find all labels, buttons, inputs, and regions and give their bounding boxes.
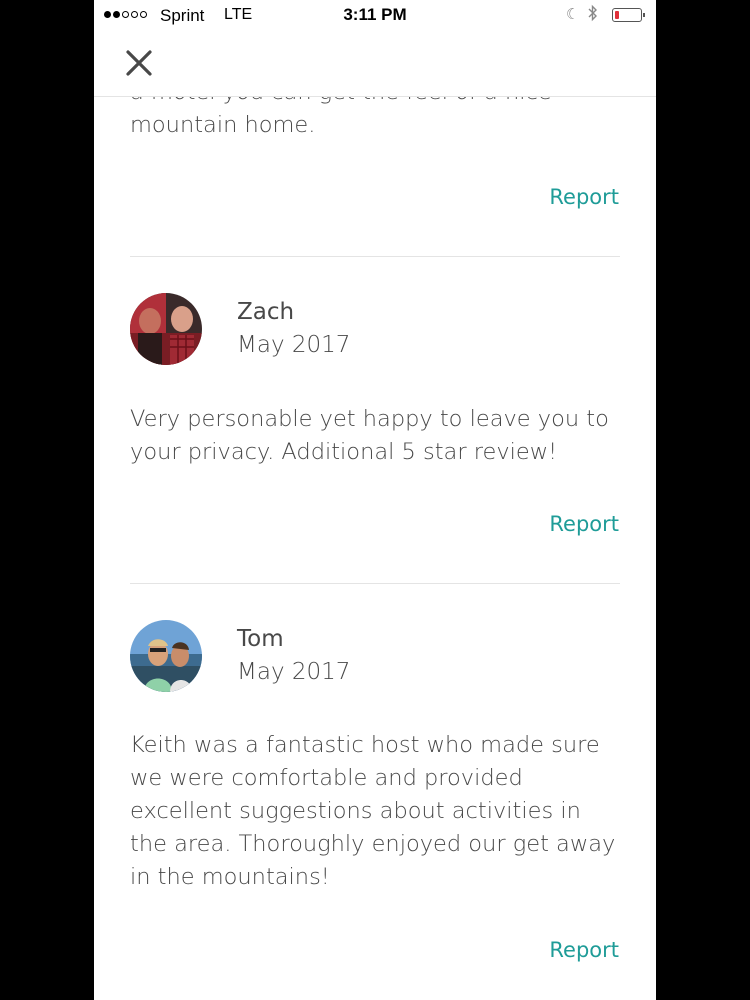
close-icon[interactable] <box>124 48 154 78</box>
reviewer-name: Zach <box>237 299 295 325</box>
report-link[interactable]: Report <box>549 938 619 962</box>
report-link[interactable]: Report <box>549 512 619 536</box>
review-date: May 2017 <box>237 332 351 358</box>
review-text: Very personable yet happy to leave you t… <box>130 406 609 465</box>
report-link[interactable]: Report <box>549 185 619 209</box>
app-screen: Sprint LTE 3:11 PM ☾ a motel you can get… <box>94 0 656 1000</box>
avatar-zach <box>130 293 202 365</box>
review-date: May 2017 <box>237 659 351 685</box>
divider <box>130 256 620 257</box>
review-text: mountain home. <box>130 112 316 138</box>
reviewer-name: Tom <box>237 626 284 652</box>
reviews-list[interactable]: a motel you can get the feel of a nice m… <box>94 0 656 1000</box>
avatar-tom <box>130 620 202 692</box>
review-text: Keith was a fantastic host who made sure… <box>130 732 616 890</box>
divider <box>130 583 620 584</box>
nav-header <box>94 32 656 97</box>
